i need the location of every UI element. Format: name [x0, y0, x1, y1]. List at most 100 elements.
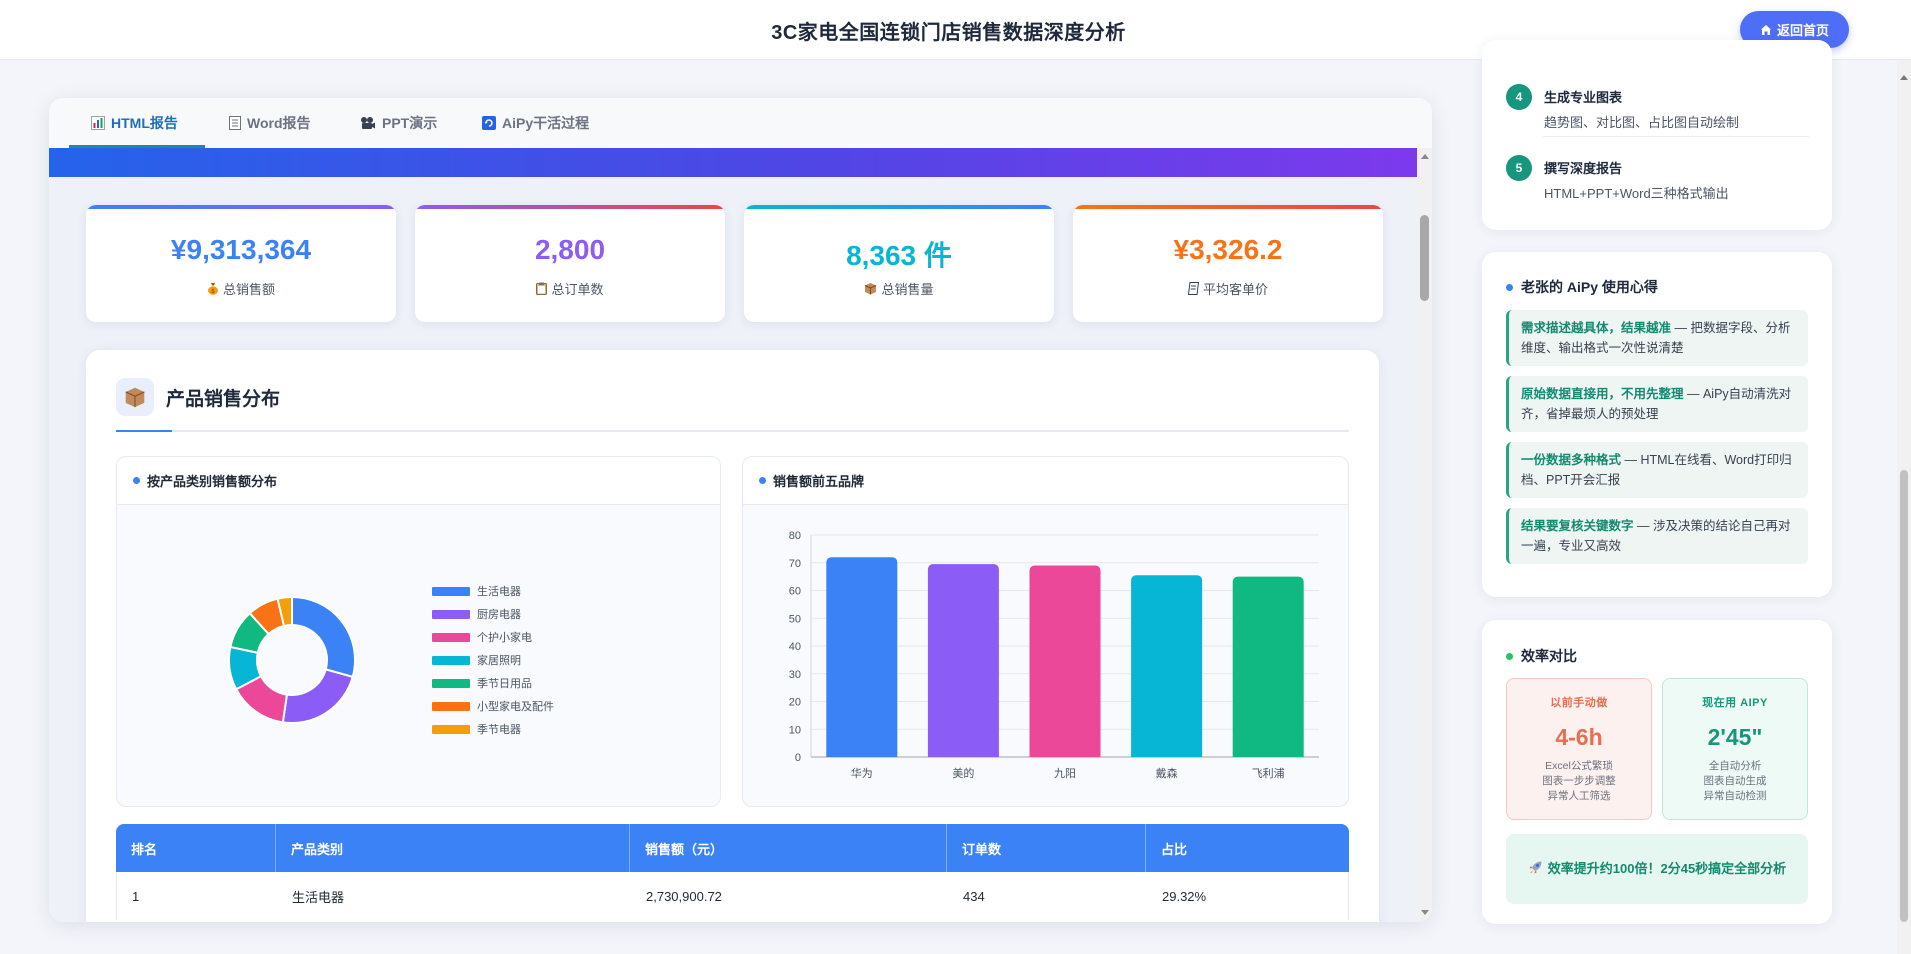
page-scrollbar-thumb[interactable]	[1900, 470, 1908, 922]
box-icon	[865, 283, 877, 295]
home-button-label: 返回首页	[1776, 23, 1829, 38]
efficiency-card: 效率对比 以前手动做 4-6h Excel公式繁琐 图表一步步调整 异常人工筛选…	[1482, 620, 1832, 924]
table-header-cell[interactable]: 占比	[1146, 824, 1349, 872]
table-header-cell[interactable]: 排名	[116, 824, 276, 872]
comparison-value: 4-6h	[1555, 724, 1603, 750]
bullet-dot-icon	[133, 477, 140, 484]
stat-card-accent	[86, 205, 396, 209]
tab-html-report[interactable]: HTML报告	[91, 98, 178, 148]
bar[interactable]	[927, 564, 999, 757]
legend-label[interactable]: 生活电器	[477, 584, 521, 598]
money-bag-icon: $	[207, 283, 218, 295]
section-title: 产品销售分布	[166, 388, 281, 410]
bar-base	[1131, 752, 1203, 757]
scroll-down-arrow-icon[interactable]	[1421, 910, 1429, 915]
table-cell: 29.32%	[1162, 888, 1207, 904]
tips-title: 老张的 AiPy 使用心得	[1506, 277, 1658, 297]
tab-aipy-process[interactable]: AiPy干活过程	[482, 98, 589, 148]
page-scroll-up-icon[interactable]	[1900, 75, 1908, 80]
report-viewport[interactable]: ¥9,313,364 $ 总销售额 2,800 总订单数 8,363 件 总销售…	[49, 148, 1417, 922]
legend-swatch[interactable]	[432, 702, 470, 711]
bar[interactable]	[826, 557, 898, 757]
tip-item: 原始数据直接用，不用先整理 — AiPy自动清洗对齐，省掉最烦人的预处理	[1506, 376, 1808, 432]
table-header-cell[interactable]: 订单数	[947, 824, 1146, 872]
step-divider	[1543, 136, 1809, 137]
efficiency-note-line: 效率提升约100倍！2分45秒搞定全部分析	[1528, 859, 1786, 879]
donut-slice[interactable]	[281, 668, 354, 724]
bar[interactable]	[1232, 576, 1304, 757]
stat-card-avg-order: ¥3,326.2 平均客单价	[1073, 205, 1383, 322]
workflow-step: 5 撰写深度报告 HTML+PPT+Word三种格式输出	[1506, 155, 1729, 202]
step-desc: 趋势图、对比图、占比图自动绘制	[1544, 115, 1740, 130]
stat-label-text: 总订单数	[551, 282, 604, 297]
brand-bar-chart-box: 销售额前五品牌 0 10 20 30 40 50 60 70 80 华为 美的 九阳 戴森 飞利浦	[742, 456, 1349, 807]
bar-base	[1232, 752, 1304, 757]
receipt-icon	[1187, 282, 1199, 295]
stat-card-accent	[744, 205, 1054, 209]
section-icon-box	[116, 378, 154, 416]
step-number: 5	[1506, 155, 1532, 181]
table-row[interactable]: 1 生活电器 2,730,900.72 434 29.32%	[116, 872, 1349, 920]
legend-label[interactable]: 家居照明	[477, 653, 521, 667]
chart-header: 销售额前五品牌	[743, 457, 1348, 505]
section-divider-accent	[116, 430, 172, 432]
workflow-card: 4 生成专业图表 趋势图、对比图、占比图自动绘制 5 撰写深度报告 HTML+P…	[1482, 40, 1832, 230]
bar-chart[interactable]: 0 10 20 30 40 50 60 70 80 华为 美的 九阳 戴森 飞利浦	[743, 505, 1349, 807]
table-header-cell[interactable]: 产品类别	[276, 824, 630, 872]
step-title: 生成专业图表	[1544, 90, 1623, 105]
bar[interactable]	[1131, 575, 1203, 757]
bar[interactable]	[1029, 565, 1101, 757]
chart-title: 按产品类别销售额分布	[147, 474, 278, 489]
comparison-detail-line: 图表一步步调整	[1542, 775, 1616, 787]
document-icon	[229, 116, 241, 130]
tab-label: PPT演示	[382, 115, 438, 131]
tip-item: 一份数据多种格式 — HTML在线看、Word打印归档、PPT开会汇报	[1506, 442, 1808, 498]
tab-ppt-demo[interactable]: PPT演示	[360, 98, 437, 148]
legend-swatch[interactable]	[432, 725, 470, 734]
x-tick-label: 九阳	[1054, 767, 1076, 780]
table-cell: 1	[132, 888, 140, 904]
legend-swatch[interactable]	[432, 610, 470, 619]
section-header: 产品销售分布	[116, 378, 280, 416]
legend-swatch[interactable]	[432, 656, 470, 665]
legend-label[interactable]: 小型家电及配件	[477, 699, 554, 713]
tab-label: AiPy干活过程	[502, 115, 590, 131]
legend-label[interactable]: 季节日用品	[477, 677, 532, 690]
tip-item: 结果要复核关键数字 — 涉及决策的结论自己再对一遍，专业又高效	[1506, 508, 1808, 564]
tip-bold: 一份数据多种格式	[1521, 453, 1622, 467]
stat-card-accent	[1073, 205, 1383, 209]
tip-item: 需求描述越具体，结果越准 — 把数据字段、分析维度、输出格式一次性说清楚	[1506, 310, 1808, 366]
legend-label[interactable]: 个护小家电	[477, 630, 532, 644]
comparison-label: 现在用 AIPY	[1702, 697, 1768, 709]
stat-label: $ 总销售额	[86, 279, 396, 298]
tip-bold: 原始数据直接用，不用先整理	[1521, 387, 1684, 401]
comparison-value: 2'45"	[1707, 724, 1763, 750]
house-icon	[1760, 24, 1771, 35]
tab-word-report[interactable]: Word报告	[229, 98, 311, 148]
legend-label[interactable]: 季节电器	[477, 723, 521, 736]
stat-value: 2,800	[534, 234, 606, 265]
bullet-dot-icon	[1506, 283, 1513, 291]
y-tick-label: 40	[789, 641, 801, 653]
donut-slice[interactable]	[291, 595, 356, 679]
stat-label-text: 平均客单价	[1202, 282, 1268, 297]
report-scrollbar-thumb[interactable]	[1420, 215, 1429, 301]
tab-label: HTML报告	[111, 115, 178, 131]
legend-label[interactable]: 厨房电器	[477, 608, 521, 621]
y-tick-label: 0	[795, 752, 801, 764]
projector-icon	[361, 117, 375, 129]
report-panel: HTML报告 Word报告 PPT演示 AiPy干活过程 ¥9,313,364 …	[49, 98, 1432, 922]
y-tick-label: 70	[789, 558, 801, 570]
legend-swatch[interactable]	[432, 633, 470, 642]
table-header-row: 排名 产品类别 销售额（元） 订单数 占比	[116, 824, 1349, 872]
legend-swatch[interactable]	[432, 587, 470, 596]
donut-chart[interactable]: 生活电器厨房电器个护小家电家居照明季节日用品小型家电及配件季节电器	[117, 505, 721, 807]
table-header-cell[interactable]: 销售额（元）	[630, 824, 947, 872]
efficiency-title-text: 效率对比	[1521, 648, 1577, 664]
svg-text:$: $	[211, 288, 215, 295]
legend-swatch[interactable]	[432, 679, 470, 688]
bullet-dot-icon	[759, 477, 766, 484]
efficiency-title: 效率对比	[1506, 646, 1577, 666]
scroll-up-arrow-icon[interactable]	[1421, 154, 1429, 159]
y-tick-label: 20	[789, 697, 801, 709]
